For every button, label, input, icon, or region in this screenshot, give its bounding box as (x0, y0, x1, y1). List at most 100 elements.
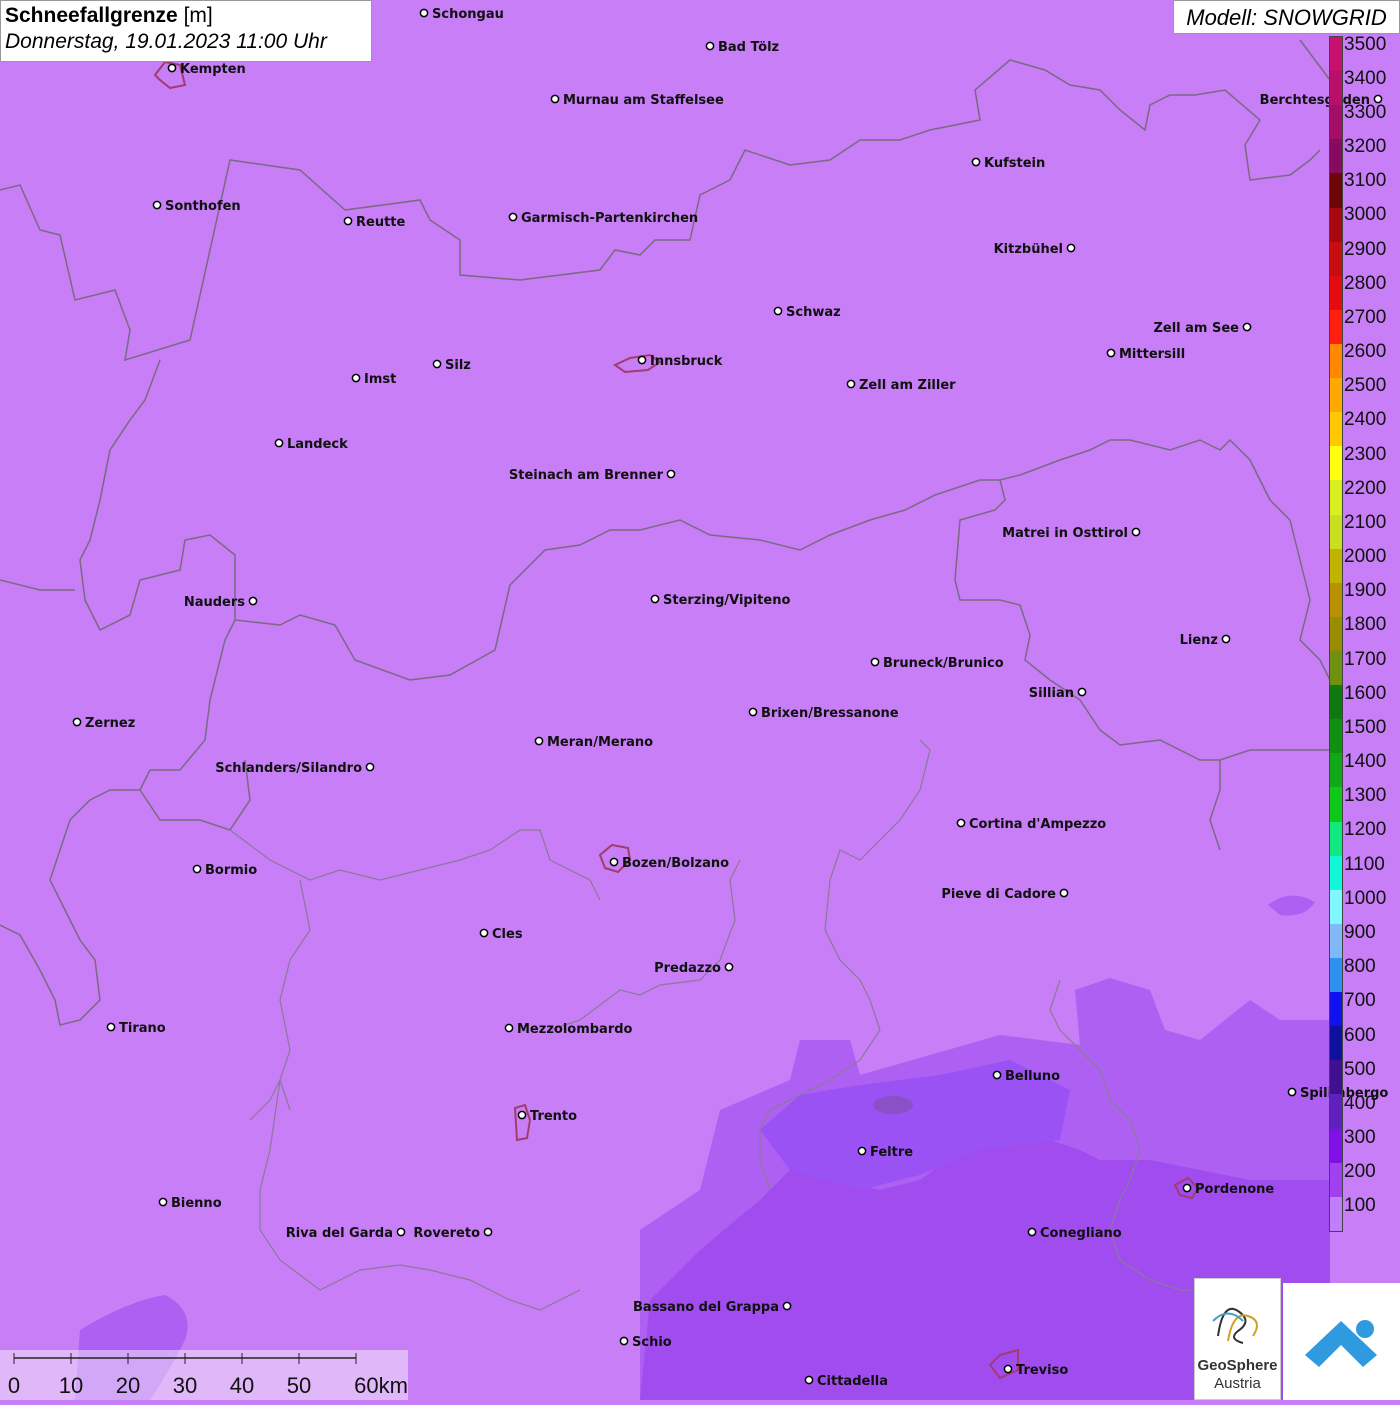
color-legend-segment (1330, 275, 1342, 310)
city-dot (1027, 1227, 1037, 1237)
city-label: Silz (445, 358, 471, 373)
city-dot (534, 736, 544, 746)
city-marker: Kempten (167, 62, 246, 77)
city-label: Bozen/Bolzano (622, 856, 729, 871)
city-label: Cortina d'Ampezzo (969, 817, 1106, 832)
color-legend-label: 1800 (1344, 614, 1387, 636)
color-legend-label: 2900 (1344, 238, 1387, 260)
city-marker: Kufstein (971, 156, 1045, 171)
city-label: Kempten (180, 62, 246, 77)
color-legend-label: 3000 (1344, 204, 1387, 226)
color-legend-segment (1330, 139, 1342, 174)
city-marker: Landeck (274, 437, 348, 452)
city-label: Pieve di Cadore (941, 887, 1056, 902)
city-dot (1106, 348, 1116, 358)
city-label: Bormio (205, 863, 257, 878)
color-legend-segment (1330, 173, 1342, 208)
city-label: Brixen/Bressanone (761, 706, 899, 721)
city-label: Murnau am Staffelsee (563, 93, 724, 108)
city-dot (857, 1146, 867, 1156)
city-label: Sterzing/Vipiteno (663, 593, 790, 608)
city-label: Matrei in Osttirol (1002, 526, 1128, 541)
city-dot (432, 359, 442, 369)
city-marker: Sonthofen (152, 199, 241, 214)
color-legend-label: 1400 (1344, 751, 1387, 773)
color-legend-label: 1600 (1344, 682, 1387, 704)
city-dot (483, 1227, 493, 1237)
city-dot (609, 857, 619, 867)
color-legend-segment (1330, 923, 1342, 958)
city-dot (619, 1336, 629, 1346)
city-dot (705, 41, 715, 51)
city-marker: Predazzo (654, 961, 734, 976)
color-legend-segment (1330, 821, 1342, 856)
city-dot (72, 717, 82, 727)
city-dot (419, 8, 429, 18)
city-label: Cittadella (817, 1374, 888, 1389)
color-legend-segment (1330, 753, 1342, 788)
city-dot (517, 1110, 527, 1120)
color-legend-label: 1500 (1344, 716, 1387, 738)
city-dot (343, 216, 353, 226)
city-marker: Mittersill (1106, 347, 1185, 362)
color-legend-segment (1330, 241, 1342, 276)
city-marker: Brixen/Bressanone (748, 706, 899, 721)
city-marker: Bad Tölz (705, 40, 779, 55)
geosphere-logo-line1: GeoSphere (1197, 1357, 1278, 1374)
city-dot (1059, 888, 1069, 898)
city-label: Tirano (119, 1021, 166, 1036)
city-dot (274, 438, 284, 448)
color-legend-segment (1330, 1128, 1342, 1163)
scale-tick-label: 40 (229, 1373, 255, 1398)
color-legend-segment (1330, 105, 1342, 140)
city-label: Mittersill (1119, 347, 1185, 362)
city-label: Bruneck/Brunico (883, 656, 1004, 671)
city-marker: Steinach am Brenner (509, 468, 676, 483)
city-label: Bad Tölz (718, 40, 779, 55)
city-dot (992, 1070, 1002, 1080)
color-legend-label: 3400 (1344, 67, 1387, 89)
city-dot (351, 373, 361, 383)
color-legend-segment (1330, 787, 1342, 822)
color-legend-label: 200 (1344, 1161, 1376, 1183)
city-marker: Murnau am Staffelsee (550, 93, 724, 108)
city-dot (846, 379, 856, 389)
color-legend-segment (1330, 309, 1342, 344)
color-legend-label: 600 (1344, 1024, 1376, 1046)
city-marker: Innsbruck (637, 354, 723, 369)
color-legend-segment (1330, 548, 1342, 583)
city-dot (152, 200, 162, 210)
color-legend-label: 2300 (1344, 443, 1387, 465)
scale-tick-label: 60km (354, 1373, 408, 1398)
city-marker: Bozen/Bolzano (609, 856, 729, 871)
snowfall-limit-map[interactable]: Schongau Bad Tölz Kempten Murnau am Staffel… (0, 0, 1400, 1400)
city-label: Schlanders/Silandro (215, 761, 362, 776)
color-legend-label: 3500 (1344, 33, 1387, 55)
city-dot (396, 1227, 406, 1237)
color-legend-label: 2800 (1344, 272, 1387, 294)
city-label: Lienz (1180, 633, 1218, 648)
city-dot (248, 596, 258, 606)
city-dot (782, 1301, 792, 1311)
city-marker: Cittadella (804, 1374, 888, 1389)
city-dot (504, 1023, 514, 1033)
city-marker: Cortina d'Ampezzo (956, 817, 1106, 832)
city-label: Nauders (184, 595, 245, 610)
city-label: Zell am Ziller (859, 378, 956, 393)
color-legend-label: 3100 (1344, 170, 1387, 192)
city-label: Trento (530, 1109, 577, 1124)
color-legend-label: 500 (1344, 1058, 1376, 1080)
city-label: Imst (364, 372, 396, 387)
city-marker: Kitzbühel (994, 242, 1076, 257)
color-legend-segment (1330, 207, 1342, 242)
color-legend-label: 3200 (1344, 136, 1387, 158)
scale-tick-label: 20 (115, 1373, 141, 1398)
color-legend-label: 2500 (1344, 375, 1387, 397)
city-dot (167, 63, 177, 73)
city-dot (192, 864, 202, 874)
scale-tick-label: 0 (7, 1373, 21, 1398)
city-label: Sonthofen (165, 199, 241, 214)
city-label: Zernez (85, 716, 135, 731)
city-dot (650, 594, 660, 604)
city-label: Schio (632, 1335, 672, 1350)
